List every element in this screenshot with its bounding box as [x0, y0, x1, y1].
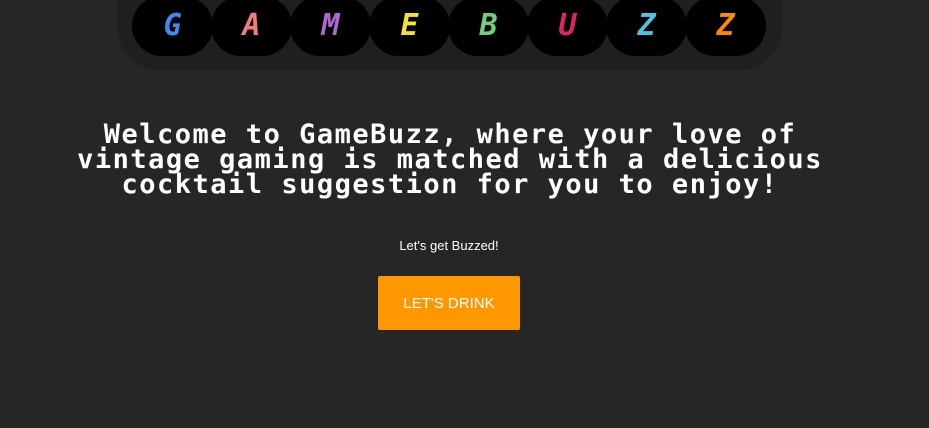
welcome-headline: Welcome to GameBuzz, where your love of … [77, 119, 823, 200]
logo-letter-b: B [448, 0, 529, 56]
logo-letter-u: U [527, 0, 608, 56]
logo-letter-z: Z [606, 0, 687, 56]
lets-drink-button[interactable]: LET'S DRINK [378, 276, 520, 330]
logo-letter-a: A [211, 0, 292, 56]
tagline: Let's get Buzzed! [399, 238, 499, 253]
logo-letter-z-2: Z [685, 0, 766, 56]
logo-letter-e: E [369, 0, 450, 56]
logo-letter-m: M [290, 0, 371, 56]
gamebuzz-logo: G A M E B U Z Z [132, 0, 766, 56]
logo-letter-g: G [132, 0, 213, 56]
